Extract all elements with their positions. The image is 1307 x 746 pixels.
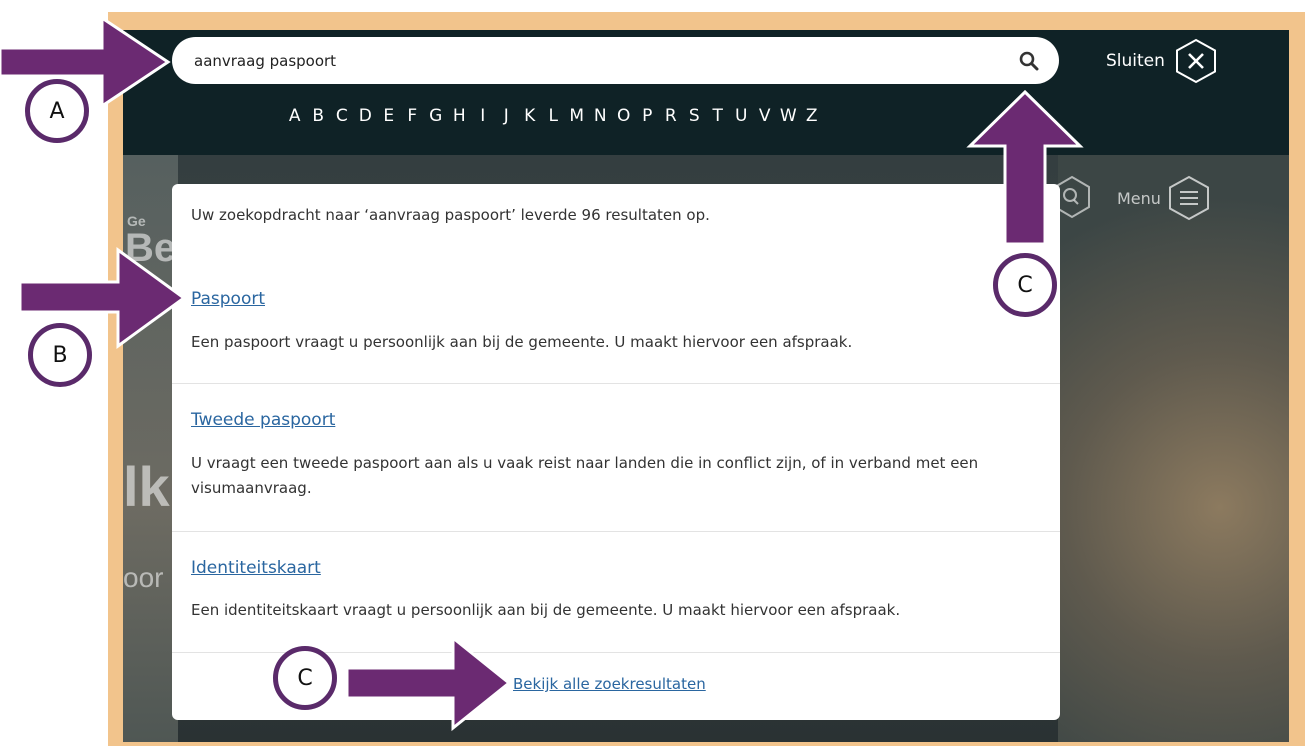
- result-title-link[interactable]: Identiteitskaart: [191, 558, 321, 578]
- result-item: Tweede paspoort U vraagt een tweede pasp…: [172, 384, 1060, 532]
- search-input[interactable]: [192, 44, 976, 77]
- alphabet-letter-i[interactable]: I: [471, 106, 495, 126]
- alphabet-index: ABCDEFGHIJKLMNOPRSTUVWZ: [283, 106, 824, 126]
- result-title-link[interactable]: Tweede paspoort: [191, 410, 335, 430]
- alphabet-letter-a[interactable]: A: [283, 106, 307, 126]
- alphabet-letter-e[interactable]: E: [377, 106, 401, 126]
- alphabet-letter-c[interactable]: C: [330, 106, 354, 126]
- annotation-arrow-c-up: [966, 90, 1084, 246]
- alphabet-letter-j[interactable]: J: [495, 106, 519, 126]
- result-description: Een paspoort vraagt u persoonlijk aan bi…: [191, 333, 853, 351]
- result-description: U vraagt een tweede paspoort aan als u v…: [191, 454, 979, 497]
- annotation-arrow-a: [0, 15, 171, 109]
- search-icon: [1019, 51, 1039, 71]
- alphabet-letter-m[interactable]: M: [565, 106, 589, 126]
- annotation-arrow-c-right: [345, 634, 512, 732]
- alphabet-letter-l[interactable]: L: [542, 106, 566, 126]
- annotation-badge-a: A: [25, 79, 89, 143]
- alphabet-letter-u[interactable]: U: [730, 106, 754, 126]
- alphabet-letter-n[interactable]: N: [589, 106, 613, 126]
- result-title-link[interactable]: Paspoort: [191, 289, 265, 309]
- alphabet-letter-w[interactable]: W: [777, 106, 801, 126]
- close-label: Sluiten: [1106, 51, 1165, 71]
- search-bar: [172, 37, 1059, 84]
- alphabet-letter-s[interactable]: S: [683, 106, 707, 126]
- alphabet-letter-f[interactable]: F: [401, 106, 425, 126]
- background-photo-right: [1058, 155, 1289, 742]
- close-button[interactable]: Sluiten: [1106, 38, 1219, 84]
- alphabet-letter-b[interactable]: B: [307, 106, 331, 126]
- alphabet-letter-z[interactable]: Z: [800, 106, 824, 126]
- result-item: Identiteitskaart Een identiteitskaart vr…: [172, 532, 1060, 653]
- alphabet-letter-o[interactable]: O: [612, 106, 636, 126]
- alphabet-letter-v[interactable]: V: [753, 106, 777, 126]
- result-item: Paspoort Een paspoort vraagt u persoonli…: [172, 264, 1060, 384]
- annotation-badge-b: B: [28, 323, 92, 387]
- search-button[interactable]: [1017, 49, 1041, 73]
- alphabet-letter-k[interactable]: K: [518, 106, 542, 126]
- alphabet-letter-r[interactable]: R: [659, 106, 683, 126]
- alphabet-letter-p[interactable]: P: [636, 106, 660, 126]
- alphabet-letter-g[interactable]: G: [424, 106, 448, 126]
- background-text-fragment: lk: [123, 455, 170, 518]
- alphabet-letter-d[interactable]: D: [354, 106, 378, 126]
- annotation-badge-c: C: [273, 646, 337, 710]
- background-text-fragment: oor: [123, 562, 164, 593]
- menu-label: Menu: [1117, 188, 1161, 208]
- menu-button[interactable]: Menu: [1117, 175, 1211, 221]
- annotation-badge-c: C: [993, 253, 1057, 317]
- search-results-panel: Uw zoekopdracht naar ‘aanvraag paspoort’…: [172, 184, 1060, 720]
- results-summary: Uw zoekopdracht naar ‘aanvraag paspoort’…: [191, 206, 710, 224]
- alphabet-letter-h[interactable]: H: [448, 106, 472, 126]
- view-all-results-link[interactable]: Bekijk alle zoekresultaten: [513, 675, 706, 693]
- close-hex-icon: [1175, 38, 1216, 84]
- result-description: Een identiteitskaart vraagt u persoonlij…: [191, 601, 901, 619]
- alphabet-letter-t[interactable]: T: [706, 106, 730, 126]
- menu-hex-icon: [1168, 175, 1209, 221]
